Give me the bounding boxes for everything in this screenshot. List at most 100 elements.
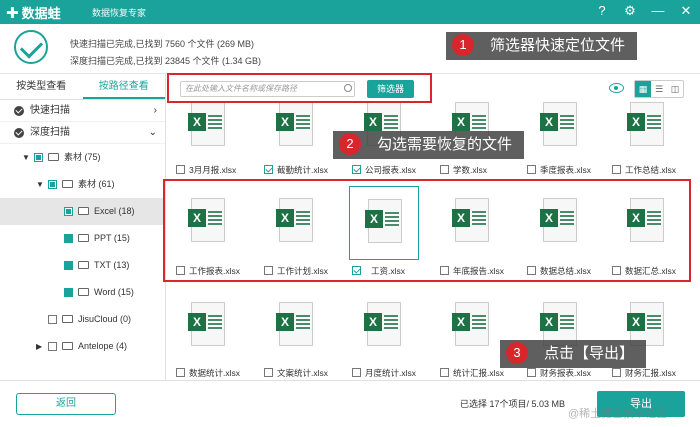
tree-item-antelope[interactable]: ▶ Antelope (4)	[0, 333, 165, 360]
deep-scan-group[interactable]: 深度扫描 ⌄	[0, 122, 165, 144]
folder-icon	[62, 180, 73, 188]
tab-by-type[interactable]: 按类型查看	[0, 74, 83, 99]
tree-checkbox[interactable]	[64, 207, 73, 216]
file-caption[interactable]: 文案统计.xlsx	[264, 366, 328, 380]
callout-text: 勾选需要恢复的文件	[377, 136, 513, 153]
tree-item-word[interactable]: Word (15)	[0, 279, 165, 306]
excel-file-icon	[188, 302, 225, 346]
tree-item-label: JisuCloud (0)	[78, 314, 132, 324]
tree-item-label: 素材 (61)	[78, 179, 115, 189]
file-checkbox[interactable]	[612, 368, 621, 377]
tree-checkbox[interactable]	[48, 180, 57, 189]
tree-item-label: Word (15)	[94, 287, 134, 297]
folder-icon	[78, 288, 89, 296]
folder-icon	[78, 234, 89, 242]
file-card[interactable]	[437, 290, 507, 364]
tree-item-label: Excel (18)	[94, 206, 135, 216]
callout-step-1: 1 筛选器快速定位文件	[446, 32, 638, 60]
tree-item-excel[interactable]: Excel (18)	[0, 198, 165, 225]
tree-checkbox[interactable]	[64, 261, 73, 270]
tree-item-label: TXT (13)	[94, 260, 130, 270]
file-card[interactable]	[261, 290, 331, 364]
quick-scan-label: 快速扫描	[30, 105, 70, 116]
file-card[interactable]	[525, 100, 595, 158]
file-checkbox[interactable]	[527, 368, 536, 377]
quick-scan-group[interactable]: 快速扫描 ›	[0, 100, 165, 122]
back-button[interactable]: 返回	[16, 393, 116, 415]
file-caption[interactable]: 工作总结.xlsx	[612, 163, 676, 177]
chevron-down-icon[interactable]: ▼	[36, 171, 44, 198]
complete-check-icon	[14, 30, 48, 64]
chevron-right-icon[interactable]: ▶	[36, 333, 42, 360]
deep-scan-label: 深度扫描	[30, 127, 70, 138]
file-caption[interactable]: 季度报表.xlsx	[527, 163, 591, 177]
tree-item-sucai-75[interactable]: ▼ 素材 (75)	[0, 144, 165, 171]
file-caption[interactable]: 3月月报.xlsx	[176, 163, 236, 177]
close-icon[interactable]: ✕	[678, 3, 694, 19]
tree-item-txt[interactable]: TXT (13)	[0, 252, 165, 279]
frog-logo-icon: ✚	[6, 4, 19, 22]
tree-checkbox[interactable]	[48, 315, 57, 324]
file-checkbox[interactable]	[176, 165, 185, 174]
sidebar: 按类型查看 按路径查看 快速扫描 › 深度扫描 ⌄ ▼ 素材 (75) ▼ 素材…	[0, 74, 166, 380]
file-caption[interactable]: 数据统计.xlsx	[176, 366, 240, 380]
list-view-button[interactable]: ☰	[651, 81, 667, 97]
check-icon	[14, 106, 24, 116]
folder-icon	[62, 342, 73, 350]
file-caption[interactable]: 财务汇报.xlsx	[612, 366, 676, 380]
callout-step-2: 2 勾选需要恢复的文件	[333, 131, 525, 159]
file-checkbox[interactable]	[440, 368, 449, 377]
deep-scan-status: 深度扫描已完成,已找到 23845 个文件 (1.34 GB)	[70, 56, 262, 66]
detail-view-button[interactable]: ◫	[667, 81, 683, 97]
file-checkbox[interactable]	[264, 368, 273, 377]
file-card[interactable]	[349, 290, 419, 364]
file-card[interactable]	[261, 100, 331, 158]
file-card[interactable]	[173, 290, 243, 364]
file-checkbox[interactable]	[527, 165, 536, 174]
tree-item-sucai-61[interactable]: ▼ 素材 (61)	[0, 171, 165, 198]
quick-scan-status: 快速扫描已完成,已找到 7560 个文件 (269 MB)	[70, 39, 255, 49]
callout-text: 点击【导出】	[544, 345, 635, 362]
help-icon[interactable]: ?	[594, 3, 610, 19]
file-caption[interactable]: 统计汇报.xlsx	[440, 366, 504, 380]
tree-checkbox[interactable]	[34, 153, 43, 162]
file-checkbox[interactable]	[176, 368, 185, 377]
tree-checkbox[interactable]	[64, 234, 73, 243]
file-caption[interactable]: 截勤统计.xlsx	[264, 163, 328, 177]
eye-icon[interactable]	[609, 83, 624, 93]
file-caption[interactable]: 财务报表.xlsx	[527, 366, 591, 380]
excel-file-icon	[188, 102, 225, 146]
file-caption[interactable]: 月度统计.xlsx	[352, 366, 416, 380]
grid-view-button[interactable]: ▦	[635, 81, 651, 97]
chevron-down-icon[interactable]: ⌄	[149, 122, 157, 144]
file-caption[interactable]: 公司报表.xlsx	[352, 163, 416, 177]
tab-by-path[interactable]: 按路径查看	[82, 74, 165, 99]
file-checkbox[interactable]	[612, 165, 621, 174]
tree-item-label: PPT (15)	[94, 233, 130, 243]
tree-checkbox[interactable]	[48, 342, 57, 351]
file-checkbox[interactable]	[264, 165, 273, 174]
excel-file-icon	[276, 102, 313, 146]
file-checkbox[interactable]	[352, 368, 361, 377]
app-subtitle: 数据恢复专家	[92, 8, 147, 18]
file-checkbox[interactable]	[440, 165, 449, 174]
minimize-icon[interactable]: —	[650, 3, 666, 19]
file-caption[interactable]: 学数.xlsx	[440, 163, 487, 177]
chevron-right-icon[interactable]: ›	[154, 100, 157, 122]
chevron-down-icon[interactable]: ▼	[22, 144, 30, 171]
settings-icon[interactable]: ⚙	[622, 3, 638, 19]
filter-highlight-box	[167, 73, 432, 103]
tree-item-label: 素材 (75)	[64, 152, 101, 162]
tree-item-jisucloud[interactable]: JisuCloud (0)	[0, 306, 165, 333]
callout-step-3: 3 点击【导出】	[500, 340, 647, 368]
file-card[interactable]	[173, 100, 243, 158]
tree-item-ppt[interactable]: PPT (15)	[0, 225, 165, 252]
excel-file-icon	[540, 102, 577, 146]
file-checkbox[interactable]	[352, 165, 361, 174]
check-icon	[14, 128, 24, 138]
files-highlight-box	[163, 179, 691, 282]
tree-item-label: Antelope (4)	[78, 341, 128, 351]
tree-checkbox[interactable]	[64, 288, 73, 297]
folder-icon	[48, 153, 59, 161]
file-card[interactable]	[612, 100, 682, 158]
